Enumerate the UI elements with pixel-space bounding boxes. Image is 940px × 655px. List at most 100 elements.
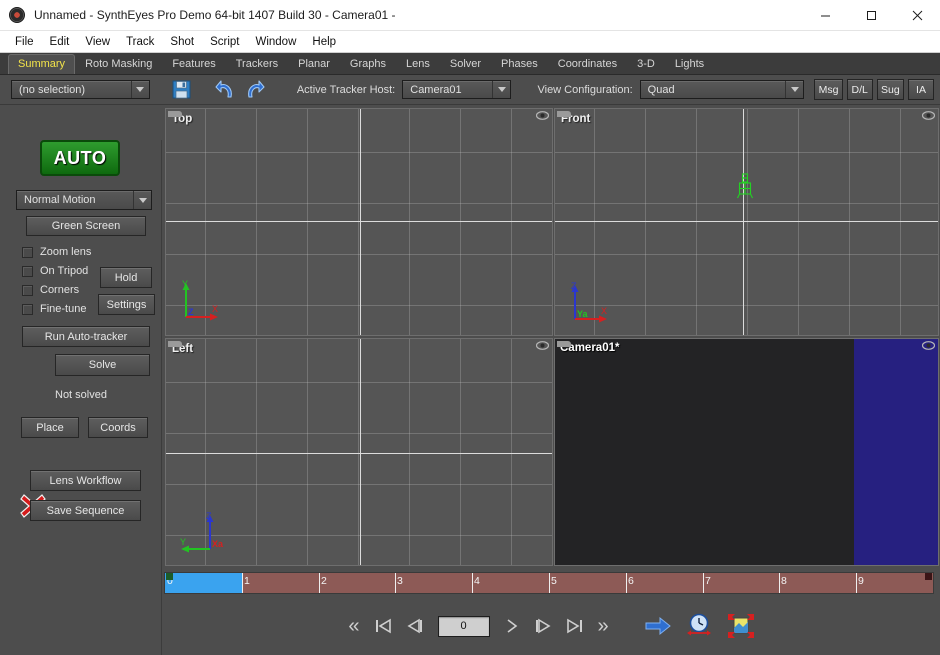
blue-arrow-icon[interactable]	[645, 616, 671, 636]
maximize-button[interactable]	[848, 0, 894, 31]
svg-text:Ya: Ya	[577, 309, 589, 319]
viewport-front[interactable]: Front Z X Ya	[554, 108, 939, 336]
viewport-left[interactable]: Left Z Y Xa	[165, 338, 553, 566]
viewport-camera[interactable]: Camera01*	[554, 338, 939, 566]
minimize-button[interactable]	[802, 0, 848, 31]
timeline-selection-range[interactable]	[165, 573, 242, 593]
on-tripod-checkbox[interactable]	[22, 265, 33, 277]
timeline-bar[interactable]: 0123456789	[164, 572, 934, 594]
coords-button[interactable]: Coords	[88, 417, 148, 438]
settings-button[interactable]: Settings	[98, 294, 155, 315]
active-tracker-host-value: Camera01	[410, 83, 462, 96]
menu-view[interactable]: View	[77, 34, 118, 50]
view-configuration-label: View Configuration:	[537, 83, 633, 96]
eye-icon[interactable]	[922, 341, 935, 350]
forward-fast-button[interactable]: »	[598, 616, 609, 636]
place-button[interactable]: Place	[21, 417, 79, 438]
fine-tune-checkbox[interactable]	[22, 303, 33, 315]
go-to-end-button[interactable]	[566, 618, 584, 634]
selection-dropdown[interactable]: (no selection)	[11, 80, 150, 99]
svg-text:Y: Y	[182, 279, 188, 289]
msg-button[interactable]: Msg	[814, 79, 843, 100]
ia-button[interactable]: IA	[908, 79, 934, 100]
timeline-tick-label: 2	[321, 575, 327, 587]
menu-help[interactable]: Help	[304, 34, 344, 50]
timeline-tick	[549, 573, 550, 593]
panel-menu-icon[interactable]	[557, 340, 572, 348]
clock-range-icon[interactable]	[685, 613, 713, 639]
timeline-tick-label: 8	[781, 575, 787, 587]
fit-image-icon[interactable]	[727, 613, 755, 639]
tab-coordinates[interactable]: Coordinates	[548, 54, 627, 74]
zoom-lens-checkbox-row[interactable]: Zoom lens	[22, 246, 91, 258]
tab-graphs[interactable]: Graphs	[340, 54, 396, 74]
panel-menu-icon[interactable]	[168, 110, 183, 118]
save-sequence-button[interactable]: Save Sequence	[30, 500, 141, 521]
axis-vertical	[360, 339, 361, 565]
svg-text:X: X	[212, 304, 218, 314]
timeline-start-flag-icon[interactable]	[166, 573, 173, 580]
tab-solver[interactable]: Solver	[440, 54, 491, 74]
menu-edit[interactable]: Edit	[42, 34, 78, 50]
svg-text:Z: Z	[206, 511, 212, 521]
timeline-end-flag-icon[interactable]	[925, 573, 932, 580]
eye-icon[interactable]	[922, 111, 935, 120]
menu-track[interactable]: Track	[118, 34, 162, 50]
solve-button[interactable]: Solve	[55, 354, 150, 376]
corners-label: Corners	[40, 284, 80, 296]
tab-planar[interactable]: Planar	[288, 54, 340, 74]
timeline-tick-label: 9	[858, 575, 864, 587]
on-tripod-checkbox-row[interactable]: On Tripod	[22, 265, 88, 277]
menu-window[interactable]: Window	[247, 34, 304, 50]
step-back-button[interactable]	[406, 618, 424, 634]
step-forward-button[interactable]	[534, 618, 552, 634]
timeline-tick	[703, 573, 704, 593]
menu-script[interactable]: Script	[202, 34, 247, 50]
svg-text:Z: Z	[188, 307, 194, 317]
auto-button[interactable]: AUTO	[40, 140, 120, 176]
corners-checkbox-row[interactable]: Corners	[22, 284, 79, 296]
view-configuration-dropdown[interactable]: Quad	[639, 80, 805, 99]
active-tracker-host-dropdown[interactable]: Camera01	[402, 80, 512, 99]
floppy-disk-icon[interactable]	[172, 80, 191, 99]
timeline-tick-label: 3	[397, 575, 403, 587]
tab-summary[interactable]: Summary	[8, 54, 76, 74]
tab-lights[interactable]: Lights	[665, 54, 714, 74]
tab-phases[interactable]: Phases	[491, 54, 548, 74]
corners-checkbox[interactable]	[22, 284, 33, 296]
green-screen-button[interactable]: Green Screen	[26, 216, 146, 236]
panel-menu-icon[interactable]	[557, 110, 572, 118]
frame-number-field[interactable]: 0	[437, 615, 490, 637]
undo-arrow-icon[interactable]	[215, 79, 237, 100]
tab-features[interactable]: Features	[162, 54, 225, 74]
viewport-top[interactable]: Top Y X Z	[165, 108, 553, 336]
dl-button[interactable]: D/L	[846, 79, 873, 100]
camera-marker-icon[interactable]	[736, 173, 754, 201]
tab-trackers[interactable]: Trackers	[226, 54, 288, 74]
lens-workflow-button[interactable]: Lens Workflow	[30, 470, 141, 491]
svg-text:X: X	[601, 306, 607, 316]
fine-tune-checkbox-row[interactable]: Fine-tune	[22, 303, 86, 315]
sug-button[interactable]: Sug	[876, 79, 904, 100]
go-to-start-button[interactable]	[374, 618, 392, 634]
rewind-fast-button[interactable]: «	[348, 616, 359, 636]
zoom-lens-checkbox[interactable]	[22, 246, 33, 258]
axis-gizmo-left: Z Y Xa	[180, 511, 224, 553]
on-tripod-label: On Tripod	[40, 265, 89, 277]
hold-button[interactable]: Hold	[100, 267, 152, 288]
timeline-tick-label: 6	[628, 575, 634, 587]
redo-arrow-icon[interactable]	[243, 79, 265, 100]
eye-icon[interactable]	[536, 341, 549, 350]
motion-type-value: Normal Motion	[24, 194, 96, 206]
close-button[interactable]	[894, 0, 940, 31]
eye-icon[interactable]	[536, 111, 549, 120]
motion-type-dropdown[interactable]: Normal Motion	[16, 190, 152, 210]
menu-file[interactable]: File	[7, 34, 42, 50]
play-forward-button[interactable]	[504, 618, 520, 634]
panel-menu-icon[interactable]	[168, 340, 183, 348]
tab-roto-masking[interactable]: Roto Masking	[75, 54, 162, 74]
tab-lens[interactable]: Lens	[396, 54, 440, 74]
menu-shot[interactable]: Shot	[162, 34, 202, 50]
run-auto-tracker-button[interactable]: Run Auto-tracker	[22, 326, 150, 347]
tab-3d[interactable]: 3-D	[627, 54, 665, 74]
